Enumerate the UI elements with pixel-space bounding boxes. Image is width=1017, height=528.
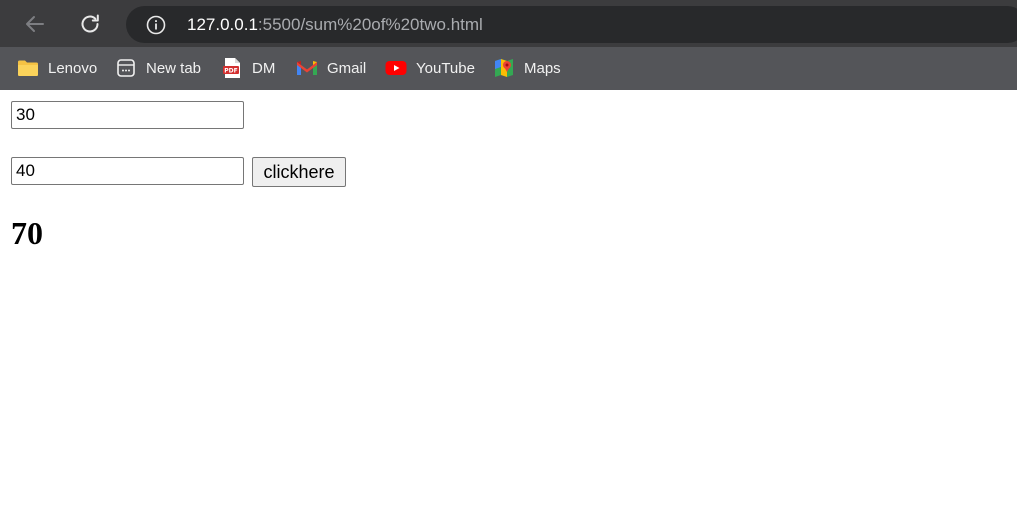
back-button[interactable]: [20, 9, 50, 39]
bookmark-label: YouTube: [416, 59, 475, 77]
address-bar[interactable]: 127.0.0.1:5500/sum%20of%20two.html: [126, 6, 1017, 43]
folder-icon: [17, 57, 39, 79]
url-path: :5500/sum%20of%20two.html: [257, 15, 483, 34]
bookmark-label: DM: [252, 59, 276, 77]
bookmark-gmail[interactable]: Gmail: [296, 55, 366, 81]
bookmark-youtube[interactable]: YouTube: [385, 55, 475, 81]
url-host: 127.0.0.1: [187, 15, 258, 34]
sum-result: 70: [11, 215, 43, 251]
info-icon[interactable]: [145, 14, 167, 36]
new-tab-icon: [115, 57, 137, 79]
url-text[interactable]: 127.0.0.1:5500/sum%20of%20two.html: [187, 14, 483, 35]
pdf-icon: PDF: [221, 57, 243, 79]
arrow-left-icon: [26, 16, 44, 32]
bookmark-label: New tab: [146, 59, 202, 77]
first-number-input[interactable]: [11, 101, 244, 129]
bookmarks-bar: Lenovo New tab PDF DM Gmail YouTube Maps: [0, 47, 1017, 90]
bookmark-label: Maps: [524, 59, 561, 77]
clickhere-button[interactable]: clickhere: [252, 157, 346, 187]
maps-icon: [493, 57, 515, 79]
bookmark-label: Lenovo: [48, 59, 98, 77]
svg-text:PDF: PDF: [224, 68, 237, 75]
gmail-icon: [296, 57, 318, 79]
page-content: clickhere 70: [0, 90, 1017, 528]
second-number-input[interactable]: [11, 157, 244, 185]
reload-button[interactable]: [75, 9, 105, 39]
reload-icon: [81, 14, 99, 33]
youtube-icon: [385, 57, 407, 79]
bookmark-maps[interactable]: Maps: [493, 55, 561, 81]
bookmark-dm[interactable]: PDF DM: [221, 55, 275, 81]
bookmark-lenovo[interactable]: Lenovo: [17, 55, 97, 81]
bookmark-label: Gmail: [327, 59, 367, 77]
bookmark-new-tab[interactable]: New tab: [115, 55, 201, 81]
browser-toolbar: 127.0.0.1:5500/sum%20of%20two.html: [0, 0, 1017, 47]
